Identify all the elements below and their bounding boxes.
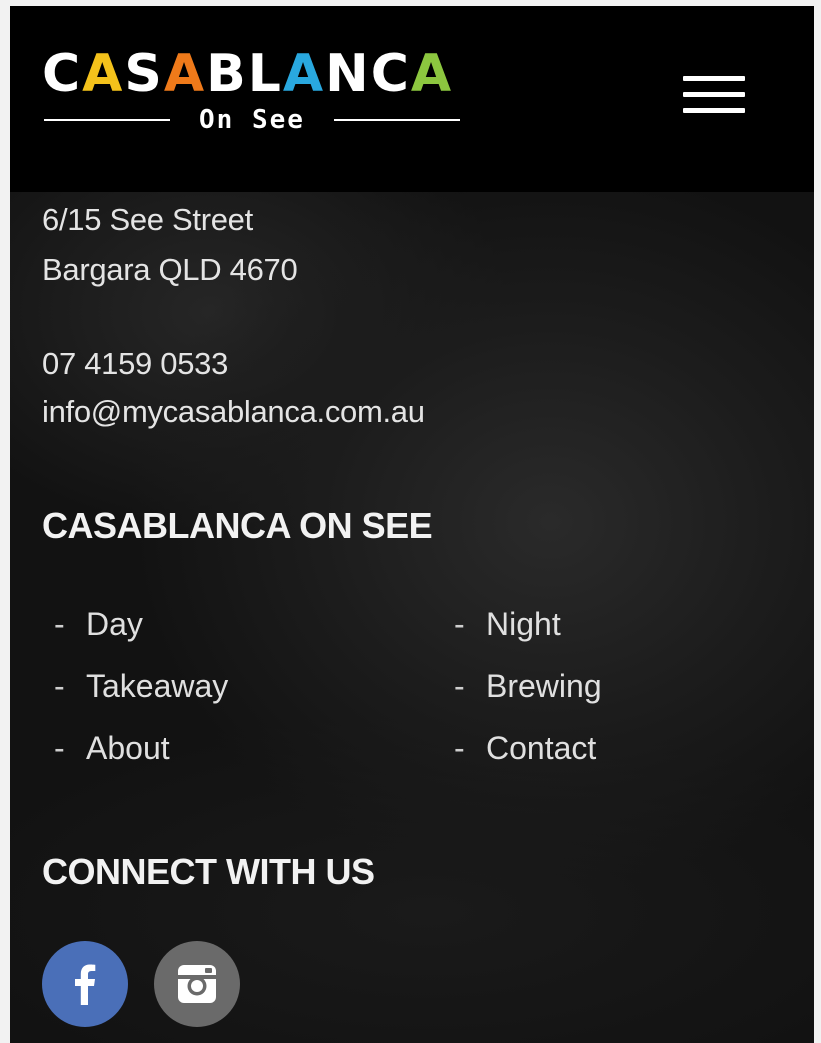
nav-dash: - xyxy=(54,730,65,766)
nav-link-about[interactable]: - About xyxy=(54,728,170,768)
logo-subtitle: On See xyxy=(199,105,305,135)
footer-content: CASABLANCA On See 6/15 See Street Bargar… xyxy=(10,6,814,1043)
facebook-button[interactable] xyxy=(42,941,128,1027)
logo-letter: A xyxy=(282,44,326,104)
instagram-icon xyxy=(178,965,216,1003)
logo-rule-right xyxy=(334,119,460,121)
nav-link-label: Brewing xyxy=(486,668,602,704)
address-line-2: Bargara QLD 4670 xyxy=(42,252,298,287)
nav-link-takeaway[interactable]: - Takeaway xyxy=(54,666,228,706)
nav-link-label: About xyxy=(86,730,170,766)
nav-link-label: Day xyxy=(86,606,143,642)
nav-link-label: Contact xyxy=(486,730,597,766)
menu-bar xyxy=(683,108,745,113)
nav-dash: - xyxy=(454,668,465,704)
page-frame: CASABLANCA On See 6/15 See Street Bargar… xyxy=(10,6,814,1043)
nav-link-night[interactable]: - Night xyxy=(454,604,561,644)
instagram-button[interactable] xyxy=(154,941,240,1027)
nav-link-contact[interactable]: - Contact xyxy=(454,728,596,768)
nav-link-label: Night xyxy=(486,606,561,642)
connect-heading: CONNECT WITH US xyxy=(42,851,375,892)
logo-letter: B xyxy=(206,44,248,104)
menu-bar xyxy=(683,76,745,81)
address-line-1: 6/15 See Street xyxy=(42,202,253,237)
nav-link-day[interactable]: - Day xyxy=(54,604,143,644)
logo-letter: L xyxy=(247,44,283,104)
nav-dash: - xyxy=(54,668,65,704)
logo-letter: C xyxy=(42,44,83,104)
logo-rule-left xyxy=(44,119,170,121)
phone-number[interactable]: 07 4159 0533 xyxy=(42,344,228,384)
nav-dash: - xyxy=(454,730,465,766)
email-link[interactable]: info@mycasablanca.com.au xyxy=(42,392,425,432)
logo-letter: A xyxy=(410,44,454,104)
logo-wordmark: CASABLANCA xyxy=(42,44,453,104)
logo-letter: A xyxy=(82,44,125,104)
nav-link-label: Takeaway xyxy=(86,668,229,704)
casablanca-logo[interactable]: CASABLANCA On See xyxy=(42,44,467,136)
nav-heading: CASABLANCA ON SEE xyxy=(42,505,433,546)
logo-letter: C xyxy=(370,44,411,104)
logo-letter: A xyxy=(163,44,207,104)
facebook-icon xyxy=(75,964,96,1005)
logo-subtitle-row: On See xyxy=(42,106,462,134)
logo-letter: S xyxy=(124,44,164,104)
nav-dash: - xyxy=(54,606,65,642)
hamburger-menu-icon[interactable] xyxy=(680,72,748,118)
nav-link-brewing[interactable]: - Brewing xyxy=(454,666,602,706)
menu-bar xyxy=(683,92,745,97)
logo-letter: N xyxy=(325,44,371,104)
nav-dash: - xyxy=(454,606,465,642)
